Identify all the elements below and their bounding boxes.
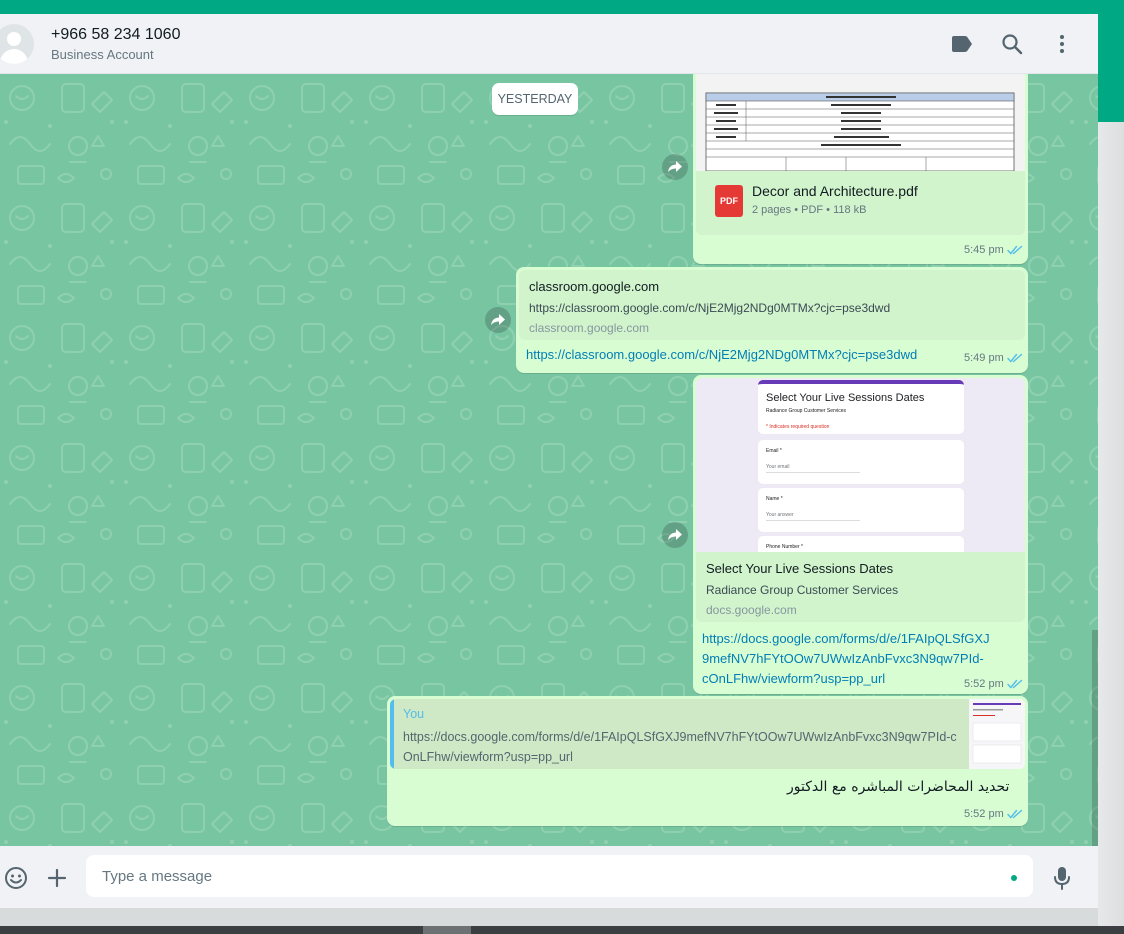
label-icon[interactable] — [950, 32, 974, 56]
forward-button[interactable] — [485, 307, 511, 333]
form-field-placeholder: Your answer — [766, 512, 794, 518]
message-link[interactable]: https://docs.google.com/forms/d/e/1FAIpQ… — [702, 629, 990, 689]
form-field-card: Email * Your email — [758, 440, 964, 484]
read-ticks-icon — [1007, 245, 1022, 255]
read-ticks-icon — [1007, 809, 1022, 819]
contact-subtitle: Business Account — [51, 47, 154, 62]
message-link-line: 9mefNV7hFYtOOw7UWwIzAnbFvxc3N9qw7PId- — [702, 651, 984, 666]
message-time: 5:49 pm — [964, 352, 1004, 364]
read-ticks-icon — [1007, 353, 1022, 363]
form-field-label: Name * — [766, 496, 783, 502]
taskbar — [0, 926, 1124, 934]
message-time: 5:45 pm — [964, 244, 1004, 256]
quote-thumbnail — [969, 699, 1025, 769]
message-link-line: https://docs.google.com/forms/d/e/1FAIpQ… — [702, 631, 990, 646]
form-header-card: Select Your Live Sessions Dates Radiance… — [758, 380, 964, 434]
chat-header: +966 58 234 1060 Business Account — [0, 14, 1098, 74]
link-preview-title: classroom.google.com — [529, 279, 660, 294]
form-field-placeholder: Your email — [766, 464, 790, 470]
plus-icon[interactable] — [44, 865, 70, 891]
message-bubble-link[interactable]: classroom.google.com https://classroom.g… — [516, 267, 1028, 373]
document-file-info: 2 pages • PDF • 118 kB — [752, 204, 867, 216]
compose-bar — [0, 846, 1098, 908]
link-preview-domain: docs.google.com — [706, 603, 797, 617]
form-field-underline — [766, 520, 860, 521]
quoted-message[interactable]: You https://docs.google.com/forms/d/e/1F… — [390, 699, 1025, 769]
window-right-strip — [1098, 14, 1124, 122]
message-meta: 5:52 pm — [964, 678, 1023, 690]
date-separator: YESTERDAY — [492, 83, 578, 115]
taskbar-tab[interactable] — [423, 926, 471, 934]
document-info-row[interactable]: PDF Decor and Architecture.pdf 2 pages •… — [696, 171, 1025, 235]
quote-thumbnail-image — [969, 699, 1025, 769]
message-list[interactable]: YESTERDAY PDF Decor and Architecture.pdf… — [0, 74, 1098, 846]
menu-icon[interactable] — [1050, 32, 1074, 56]
emoji-icon[interactable] — [3, 865, 29, 891]
form-field-label: Phone Number * — [766, 544, 803, 550]
window-right-edge — [1098, 122, 1124, 926]
form-field-label: Email * — [766, 448, 782, 454]
mic-icon[interactable] — [1049, 865, 1075, 891]
link-preview-image[interactable]: Select Your Live Sessions Dates Radiance… — [696, 378, 1025, 552]
link-preview[interactable]: Select Your Live Sessions Dates Radiance… — [696, 552, 1025, 622]
document-thumbnail[interactable] — [696, 74, 1025, 171]
message-input[interactable] — [86, 855, 1033, 897]
read-ticks-icon — [1007, 679, 1022, 689]
form-field-underline — [766, 472, 860, 473]
message-meta: 5:49 pm — [964, 352, 1023, 364]
input-status-dot — [1011, 875, 1017, 881]
message-text: تحديد المحاضرات المباشره مع الدكتور — [787, 779, 1010, 795]
form-field-card: Name * Your answer — [758, 488, 964, 532]
quote-text: https://docs.google.com/forms/d/e/1FAIpQ… — [403, 730, 957, 764]
message-bubble-link[interactable]: Select Your Live Sessions Dates Radiance… — [693, 375, 1028, 694]
link-preview-title: Select Your Live Sessions Dates — [706, 561, 894, 576]
link-preview[interactable]: classroom.google.com https://classroom.g… — [519, 270, 1025, 340]
message-meta: 5:45 pm — [964, 244, 1023, 256]
link-preview-description: https://classroom.google.com/c/NjE2Mjg2N… — [529, 301, 891, 315]
message-time: 5:52 pm — [964, 678, 1004, 690]
document-thumbnail-image — [705, 92, 1015, 171]
form-title: Select Your Live Sessions Dates — [766, 392, 925, 404]
link-preview-domain: classroom.google.com — [529, 321, 650, 335]
forward-button[interactable] — [662, 522, 688, 548]
quote-accent-bar — [390, 699, 394, 769]
chat-scrollbar[interactable] — [1092, 630, 1098, 846]
pdf-file-icon: PDF — [715, 185, 743, 217]
message-bubble-reply[interactable]: You https://docs.google.com/forms/d/e/1F… — [387, 696, 1028, 826]
message-link-line: cOnLFhw/viewform?usp=pp_url — [702, 671, 886, 686]
quote-author: You — [403, 707, 425, 721]
avatar-head — [7, 32, 21, 46]
message-meta: 5:52 pm — [964, 808, 1023, 820]
document-file-name: Decor and Architecture.pdf — [752, 183, 918, 199]
avatar-body — [0, 49, 28, 64]
message-time: 5:52 pm — [964, 808, 1004, 820]
message-bubble-document[interactable]: PDF Decor and Architecture.pdf 2 pages •… — [693, 74, 1028, 264]
contact-name[interactable]: +966 58 234 1060 — [51, 26, 180, 44]
forward-button[interactable] — [662, 154, 688, 180]
chat-window: +966 58 234 1060 Business Account YESTER… — [0, 14, 1098, 908]
avatar[interactable] — [0, 24, 34, 64]
form-field-card: Phone Number * — [758, 536, 964, 552]
window-top-band — [0, 0, 1124, 14]
form-required-note: * Indicates required question — [766, 424, 830, 430]
message-link[interactable]: https://classroom.google.com/c/NjE2Mjg2N… — [526, 345, 917, 365]
link-preview-description: Radiance Group Customer Services — [706, 583, 899, 597]
form-subtitle: Radiance Group Customer Services — [766, 408, 847, 414]
search-icon[interactable] — [1000, 32, 1024, 56]
